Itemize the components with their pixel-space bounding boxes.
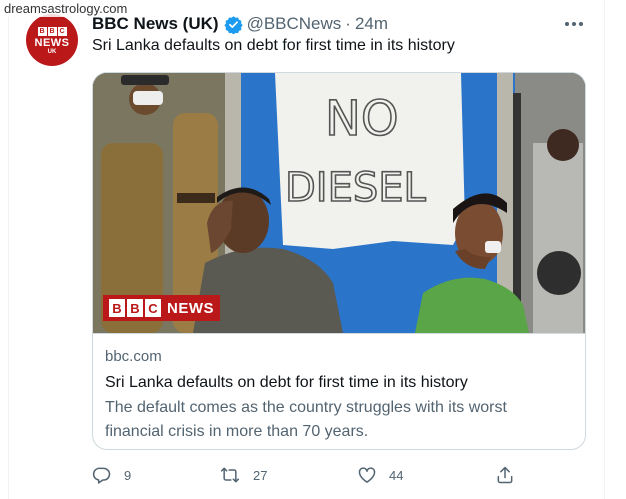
retweet-count: 27 — [253, 467, 268, 483]
retweet-button[interactable]: 27 — [219, 465, 267, 485]
avatar-letter: C — [57, 27, 67, 36]
avatar-letter: B — [47, 27, 57, 36]
tweet-text: Sri Lanka defaults on debt for first tim… — [92, 37, 455, 54]
card-title: Sri Lanka defaults on debt for first tim… — [105, 374, 468, 391]
bbc-logo-news: NEWS — [167, 299, 214, 317]
share-icon — [497, 466, 513, 484]
reply-icon — [92, 467, 111, 484]
reply-count: 9 — [124, 467, 132, 483]
avatar-region-text: UK — [47, 49, 57, 55]
avatar-bbc-blocks: B B C — [37, 27, 67, 36]
more-options-icon[interactable] — [562, 12, 586, 36]
timestamp[interactable]: 24m — [355, 14, 388, 34]
avatar[interactable]: B B C NEWS UK — [26, 14, 78, 66]
heart-icon — [358, 467, 376, 483]
timeline-border-right — [604, 0, 605, 499]
bbc-logo-letter: B — [109, 299, 125, 317]
link-card[interactable]: NO DIESEL B B C NEWS bbc.com Sri Lanka d… — [92, 72, 586, 450]
avatar-letter: B — [37, 27, 47, 36]
bbc-logo-letter: C — [145, 299, 161, 317]
handle[interactable]: @BBCNews — [247, 14, 342, 34]
separator-dot: · — [345, 14, 351, 33]
bbc-logo-letter: B — [127, 299, 143, 317]
sign-text-no: NO — [325, 91, 399, 147]
watermark: dreamsastrology.com — [0, 0, 132, 17]
timeline-border-left — [8, 0, 9, 499]
like-button[interactable]: 44 — [357, 465, 403, 485]
avatar-news-text: NEWS — [34, 37, 70, 49]
like-count: 44 — [389, 467, 404, 483]
verified-badge-icon — [223, 15, 243, 34]
card-domain: bbc.com — [105, 348, 162, 365]
card-description: The default comes as the country struggl… — [105, 399, 507, 440]
card-body: bbc.com Sri Lanka defaults on debt for f… — [93, 333, 585, 444]
reply-button[interactable]: 9 — [92, 465, 131, 485]
tweet-header: BBC News (UK) @BBCNews · 24m — [92, 12, 388, 36]
card-image: NO DIESEL B B C NEWS — [93, 73, 585, 333]
display-name[interactable]: BBC News (UK) — [92, 14, 219, 34]
bbc-news-logo: B B C NEWS — [103, 295, 220, 321]
action-bar: 9 27 44 — [92, 465, 522, 489]
sign-text-diesel: DIESEL — [285, 165, 427, 211]
share-button[interactable] — [495, 465, 515, 485]
retweet-icon — [220, 467, 240, 483]
